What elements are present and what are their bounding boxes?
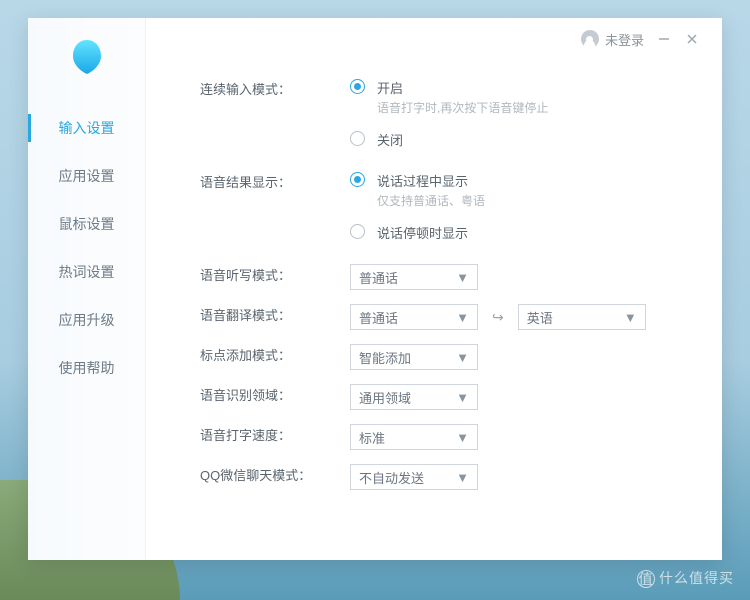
radio-label: 说话停顿时显示 bbox=[377, 223, 468, 242]
close-icon bbox=[686, 33, 698, 45]
minimize-button[interactable] bbox=[656, 31, 672, 47]
chevron-down-icon: ▼ bbox=[456, 470, 469, 485]
sidebar-label: 应用设置 bbox=[59, 168, 115, 184]
sidebar-item-help[interactable]: 使用帮助 bbox=[28, 344, 145, 392]
sidebar: 输入设置 应用设置 鼠标设置 热词设置 应用升级 使用帮助 bbox=[28, 18, 146, 560]
chevron-down-icon: ▼ bbox=[456, 310, 469, 325]
radio-icon bbox=[350, 172, 365, 187]
radio-icon bbox=[350, 131, 365, 146]
setting-label-translation: 语音翻译模式： bbox=[200, 304, 350, 324]
chevron-down-icon: ▼ bbox=[456, 350, 469, 365]
setting-label-dictation: 语音听写模式： bbox=[200, 264, 350, 284]
sidebar-label: 应用升级 bbox=[59, 312, 115, 328]
settings-content: 连续输入模式： 开启 语音打字时,再次按下语音键停止 关闭 bbox=[168, 60, 700, 490]
setting-label-result-display: 语音结果显示： bbox=[200, 171, 350, 191]
sidebar-label: 输入设置 bbox=[59, 120, 115, 136]
chevron-down-icon: ▼ bbox=[456, 270, 469, 285]
select-value: 英语 bbox=[527, 308, 624, 327]
select-value: 不自动发送 bbox=[359, 468, 456, 487]
app-logo-icon bbox=[67, 36, 107, 76]
close-button[interactable] bbox=[684, 31, 700, 47]
chevron-down-icon: ▼ bbox=[456, 390, 469, 405]
login-button[interactable]: 未登录 bbox=[581, 30, 644, 49]
setting-label-qq-wechat: QQ微信聊天模式： bbox=[200, 464, 350, 484]
sidebar-item-mouse-settings[interactable]: 鼠标设置 bbox=[28, 200, 145, 248]
arrow-right-icon: ↪ bbox=[492, 309, 504, 326]
select-speed[interactable]: 标准 ▼ bbox=[350, 424, 478, 450]
sidebar-item-hotword-settings[interactable]: 热词设置 bbox=[28, 248, 145, 296]
radio-icon bbox=[350, 224, 365, 239]
minimize-icon bbox=[658, 33, 670, 45]
setting-label-continuous-input: 连续输入模式： bbox=[200, 78, 350, 98]
radio-hint: 仅支持普通话、粤语 bbox=[377, 192, 485, 209]
radio-hint: 语音打字时,再次按下语音键停止 bbox=[377, 99, 548, 116]
select-domain[interactable]: 通用领域 ▼ bbox=[350, 384, 478, 410]
user-avatar-icon bbox=[581, 30, 599, 48]
setting-label-domain: 语音识别领域： bbox=[200, 384, 350, 404]
select-translate-from[interactable]: 普通话 ▼ bbox=[350, 304, 478, 330]
sidebar-item-app-settings[interactable]: 应用设置 bbox=[28, 152, 145, 200]
select-translate-to[interactable]: 英语 ▼ bbox=[518, 304, 646, 330]
login-text: 未登录 bbox=[605, 30, 644, 49]
select-punctuation[interactable]: 智能添加 ▼ bbox=[350, 344, 478, 370]
select-value: 普通话 bbox=[359, 268, 456, 287]
chevron-down-icon: ▼ bbox=[624, 310, 637, 325]
chevron-down-icon: ▼ bbox=[456, 430, 469, 445]
titlebar: 未登录 bbox=[168, 18, 700, 60]
sidebar-label: 鼠标设置 bbox=[59, 216, 115, 232]
setting-label-punctuation: 标点添加模式： bbox=[200, 344, 350, 364]
radio-continuous-on[interactable]: 开启 语音打字时,再次按下语音键停止 bbox=[350, 78, 692, 116]
select-dictation[interactable]: 普通话 ▼ bbox=[350, 264, 478, 290]
radio-display-pause[interactable]: 说话停顿时显示 bbox=[350, 223, 692, 242]
settings-window: 输入设置 应用设置 鼠标设置 热词设置 应用升级 使用帮助 未登录 连续输入模式… bbox=[28, 18, 722, 560]
sidebar-item-input-settings[interactable]: 输入设置 bbox=[28, 104, 145, 152]
select-value: 通用领域 bbox=[359, 388, 456, 407]
radio-display-while[interactable]: 说话过程中显示 仅支持普通话、粤语 bbox=[350, 171, 692, 209]
sidebar-item-app-upgrade[interactable]: 应用升级 bbox=[28, 296, 145, 344]
sidebar-label: 热词设置 bbox=[59, 264, 115, 280]
select-value: 标准 bbox=[359, 428, 456, 447]
select-qq-wechat[interactable]: 不自动发送 ▼ bbox=[350, 464, 478, 490]
select-value: 普通话 bbox=[359, 308, 456, 327]
radio-label: 关闭 bbox=[377, 130, 403, 149]
select-value: 智能添加 bbox=[359, 348, 456, 367]
watermark: 值什么值得买 bbox=[637, 568, 734, 588]
setting-label-speed: 语音打字速度： bbox=[200, 424, 350, 444]
radio-label: 开启 bbox=[377, 78, 548, 97]
main-panel: 未登录 连续输入模式： 开启 语音打字时,再次按下语音键停止 bbox=[146, 18, 722, 560]
radio-continuous-off[interactable]: 关闭 bbox=[350, 130, 692, 149]
radio-icon bbox=[350, 79, 365, 94]
sidebar-label: 使用帮助 bbox=[59, 360, 115, 376]
radio-label: 说话过程中显示 bbox=[377, 171, 485, 190]
